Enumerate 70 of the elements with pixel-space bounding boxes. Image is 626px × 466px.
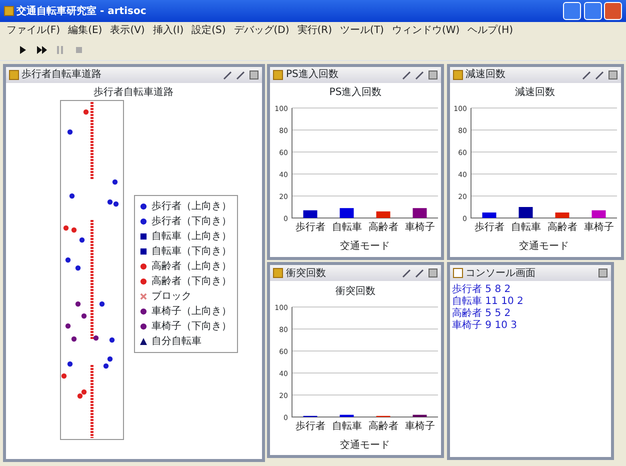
legend-label: 自分自転車 xyxy=(152,334,202,349)
bar xyxy=(302,210,317,218)
maximize-button[interactable] xyxy=(584,2,602,20)
bar xyxy=(339,208,354,218)
bar xyxy=(412,208,426,218)
chart-title: 減速回数 xyxy=(515,86,555,100)
menu-item[interactable]: 表示(V) xyxy=(106,22,149,39)
console-line: 高齢者 5 5 2 xyxy=(452,308,512,320)
chart-title: 衝突回数 xyxy=(336,284,376,298)
bar xyxy=(518,207,533,218)
x-tick-label: 車椅子 xyxy=(404,222,434,233)
x-tick-label: 歩行者 xyxy=(474,222,504,233)
menu-item[interactable]: ツール(T) xyxy=(336,22,388,39)
console-line: 自転車 11 10 2 xyxy=(452,296,524,308)
legend-label: 高齢者（上向き） xyxy=(152,260,232,274)
legend-label: 歩行者（下向き） xyxy=(152,214,232,229)
legend-label: 車椅子（上向き） xyxy=(152,304,232,319)
menu-item[interactable]: 編集(E) xyxy=(64,22,106,39)
x-tick-label: 歩行者 xyxy=(294,222,325,233)
chart-title: PS進入回数 xyxy=(329,86,382,100)
menu-item[interactable]: ウィンドウ(W) xyxy=(388,22,464,39)
bar xyxy=(482,212,496,218)
x-tick-label: 車椅子 xyxy=(404,420,434,432)
menu-item[interactable]: デバッグ(D) xyxy=(230,22,294,39)
window-title: 交通自転車研究室 - artisoc xyxy=(16,4,148,18)
save-icon[interactable] xyxy=(428,70,438,80)
save-icon[interactable] xyxy=(248,70,258,80)
bar xyxy=(592,210,606,218)
map-title: 歩行者自転車道路 xyxy=(94,86,174,100)
panel-icon xyxy=(273,70,283,80)
panel-title: 衝突回数 xyxy=(286,266,327,280)
legend-label: 車椅子（下向き） xyxy=(152,320,232,334)
x-tick-label: 自転車 xyxy=(510,222,541,233)
legend-label: 高齢者（下向き） xyxy=(152,274,232,289)
legend-label: 歩行者（上向き） xyxy=(152,200,232,214)
x-tick-label: 高齢者 xyxy=(368,222,398,233)
save-icon[interactable] xyxy=(608,70,618,80)
menu-item[interactable]: 挿入(I) xyxy=(148,22,188,39)
panel-title: コンソール画面 xyxy=(466,266,536,280)
x-tick-label: 自転車 xyxy=(331,420,362,432)
x-tick-label: 歩行者 xyxy=(294,420,325,432)
save-icon[interactable] xyxy=(598,268,608,278)
save-icon[interactable] xyxy=(428,268,438,278)
minimize-button[interactable] xyxy=(563,2,581,20)
panel-icon xyxy=(452,268,462,278)
x-tick-label: 自転車 xyxy=(331,222,362,233)
menu-item[interactable]: 設定(S) xyxy=(188,22,230,39)
legend-label: 自転車（下向き） xyxy=(152,244,232,259)
app-icon xyxy=(4,6,14,16)
menu-item[interactable]: ヘルプ(H) xyxy=(464,22,517,39)
x-tick-label: 高齢者 xyxy=(368,420,398,432)
x-tick-label: 車椅子 xyxy=(584,222,614,233)
x-tick-label: 高齢者 xyxy=(547,222,578,233)
bar xyxy=(555,212,570,218)
legend-label: ブロック xyxy=(152,290,192,304)
console-line: 歩行者 5 8 2 xyxy=(452,284,512,296)
menu-item[interactable]: ファイル(F) xyxy=(2,22,64,39)
panel-title: 減速回数 xyxy=(466,68,506,82)
panel-icon xyxy=(273,268,283,278)
legend-label: 自転車（上向き） xyxy=(152,230,232,244)
panel-icon xyxy=(452,70,462,80)
console-line: 車椅子 9 10 3 xyxy=(452,320,518,332)
panel-icon xyxy=(8,70,18,80)
bar xyxy=(412,414,426,416)
bar xyxy=(339,414,354,416)
panel-title: PS進入回数 xyxy=(286,68,340,82)
close-button[interactable] xyxy=(604,2,622,20)
menu-item[interactable]: 実行(R) xyxy=(293,22,336,39)
bar xyxy=(376,211,390,218)
panel-title: 歩行者自転車道路 xyxy=(22,68,102,82)
